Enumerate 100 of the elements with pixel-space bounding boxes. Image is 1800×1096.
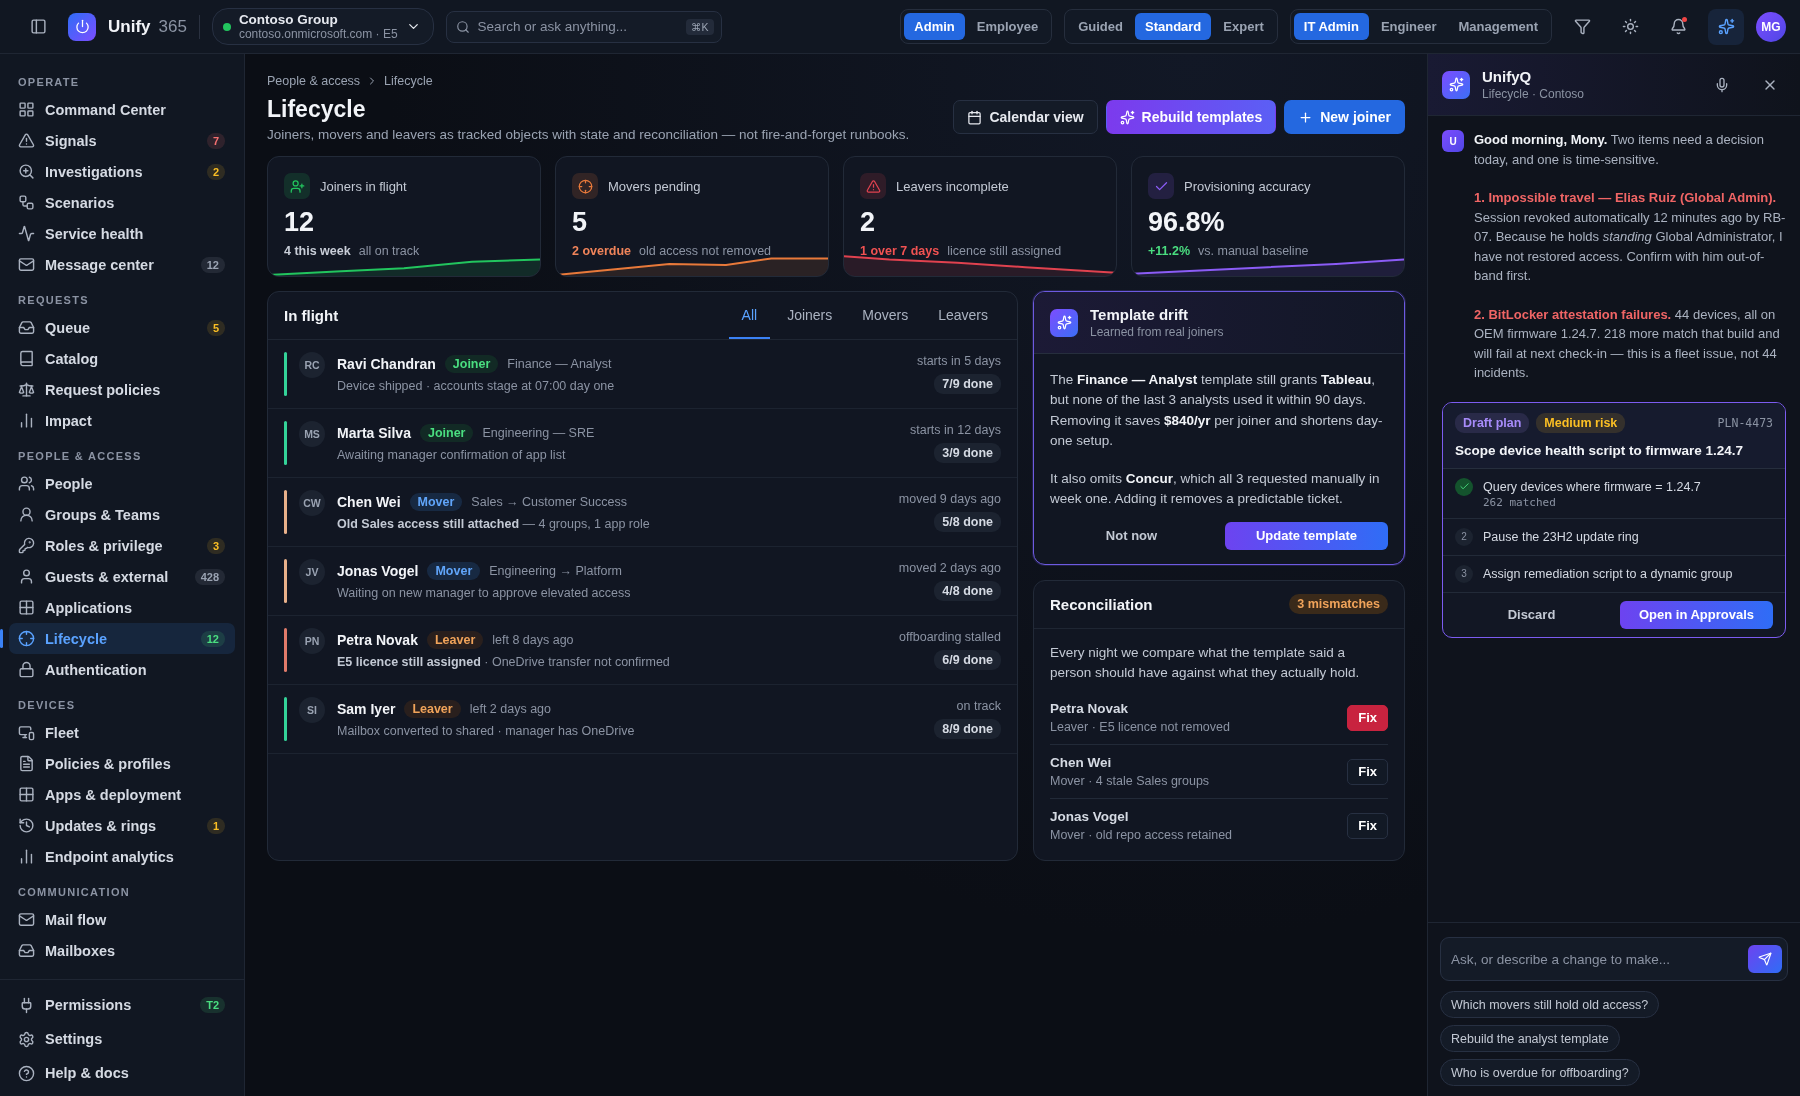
nav-item[interactable]: Updates & rings 1 xyxy=(9,810,235,841)
nav-icon xyxy=(18,661,35,678)
mode-toggle[interactable]: Admin xyxy=(904,13,965,40)
sun-icon xyxy=(1621,18,1639,35)
mode-toggle[interactable]: Management xyxy=(1448,13,1548,40)
person-name: Petra Novak xyxy=(337,632,418,648)
not-now-button[interactable]: Not now xyxy=(1050,521,1213,550)
lifecycle-row[interactable]: MS Marta Silva Joiner Engineering — SRE Awaiting manager confirmation of app list starts in 12 days 3/9 done xyxy=(268,409,1017,478)
mismatch-detail: Leaver · E5 licence not removed xyxy=(1050,720,1230,734)
send-button[interactable] xyxy=(1748,945,1782,973)
filter-tab[interactable]: Joiners xyxy=(774,292,846,339)
fix-button[interactable]: Fix xyxy=(1347,704,1388,731)
nav-item[interactable]: Permissions T2 xyxy=(9,988,235,1022)
nav-item[interactable]: Groups & Teams xyxy=(9,499,235,530)
panel-title: In flight xyxy=(284,307,339,324)
nav-item[interactable]: Catalog xyxy=(9,343,235,374)
mode-toggle[interactable]: Expert xyxy=(1213,13,1274,40)
breadcrumb-link[interactable]: People & access xyxy=(267,74,361,88)
suggestion-chip[interactable]: Rebuild the analyst template xyxy=(1440,1025,1620,1052)
count-badge: 12 xyxy=(200,630,225,647)
initials-avatar: RC xyxy=(299,352,325,378)
action-button[interactable]: Rebuild templates xyxy=(1105,100,1277,134)
nav-icon xyxy=(18,412,35,429)
nav-item[interactable]: Impact xyxy=(9,405,235,436)
assistant-button[interactable] xyxy=(1708,8,1744,45)
initials-avatar: PN xyxy=(299,628,325,654)
nav-item[interactable]: Scenarios xyxy=(9,187,235,218)
nav-item[interactable]: People xyxy=(9,468,235,499)
progress-pill: 6/9 done xyxy=(934,650,1001,670)
chat-input-field[interactable]: Ask, or describe a change to make... xyxy=(1440,937,1788,981)
mode-toggle[interactable]: Guided xyxy=(1068,13,1133,40)
nav-label: Updates & rings xyxy=(45,817,158,834)
open-approvals-button[interactable]: Open in Approvals xyxy=(1620,600,1773,629)
breadcrumb-link[interactable]: Lifecycle xyxy=(384,74,433,88)
nav-item[interactable]: Roles & privilege 3 xyxy=(9,530,235,561)
type-tag: Joiner xyxy=(419,424,474,442)
filter-tab[interactable]: All xyxy=(728,292,771,339)
nav-label: Groups & Teams xyxy=(45,506,161,523)
bell-icon xyxy=(1669,18,1687,35)
row-detail: Awaiting manager confirmation of app list xyxy=(337,448,567,462)
user-avatar[interactable]: MG xyxy=(1756,11,1786,42)
nav-item[interactable]: Message center 12 xyxy=(9,249,235,280)
calendar-icon xyxy=(967,109,983,125)
lifecycle-row[interactable]: SI Sam Iyer Leaver left 2 days ago Mailbox converted to shared · manager has OneDrive on track 8/9 done xyxy=(268,685,1017,754)
page-description: Joiners, movers and leavers as tracked objects with state and reconciliation — not fire-and-forget runbooks. xyxy=(267,127,910,142)
fix-button[interactable]: Fix xyxy=(1347,758,1388,785)
nav-item[interactable]: Mailboxes xyxy=(9,935,235,966)
progress-pill: 8/9 done xyxy=(934,719,1001,739)
progress-pill: 5/8 done xyxy=(934,512,1001,532)
nav-item[interactable]: Apps & deployment xyxy=(9,779,235,810)
row-detail: E5 licence still assigned · OneDrive transfer not confirmed xyxy=(337,655,671,669)
nav-item[interactable]: Applications xyxy=(9,592,235,623)
message-paragraph: 1. Impossible travel — Elias Ruiz (Global Admin). Session revoked automatically 12 minutes ago by RB-07. Because he holds standing Global Administrator, I have not restored access. Confirm with him out-of-band first. xyxy=(1474,189,1786,285)
nav-item[interactable]: Mail flow xyxy=(9,904,235,935)
suggestion-chip[interactable]: Which movers still hold old access? xyxy=(1440,991,1660,1018)
row-detail: Old Sales access still attached — 4 groups, 1 app role xyxy=(337,517,651,531)
nav-item[interactable]: Queue 5 xyxy=(9,312,235,343)
filter-tab[interactable]: Movers xyxy=(849,292,922,339)
action-button[interactable]: Calendar view xyxy=(953,100,1098,134)
fix-button[interactable]: Fix xyxy=(1347,812,1388,839)
nav-icon xyxy=(18,163,35,180)
kpi-label: Joiners in flight xyxy=(320,178,407,194)
nav-item[interactable]: Signals 7 xyxy=(9,125,235,156)
mode-toggle[interactable]: Standard xyxy=(1134,13,1212,40)
discard-button[interactable]: Discard xyxy=(1455,600,1608,629)
assistant-context: Lifecycle · Contoso xyxy=(1482,87,1586,101)
nav-icon xyxy=(18,194,35,211)
nav-label: Queue xyxy=(45,319,92,336)
nav-icon xyxy=(18,381,35,398)
lifecycle-row[interactable]: JV Jonas Vogel Mover Engineering → Platform Waiting on new manager to approve elevated access moved 2 days ago 4/8 done xyxy=(268,547,1017,616)
update-template-button[interactable]: Update template xyxy=(1225,521,1388,550)
initials-avatar: CW xyxy=(299,490,325,516)
person-name: Jonas Vogel xyxy=(337,563,419,579)
mode-toggle[interactable]: IT Admin xyxy=(1293,13,1369,40)
nav-item[interactable]: Fleet xyxy=(9,717,235,748)
mode-toggle[interactable]: Employee xyxy=(966,13,1049,40)
tenant-domain: contoso.onmicrosoft.com · E5 xyxy=(238,27,398,41)
nav-item[interactable]: Command Center xyxy=(9,94,235,125)
nav-item[interactable]: Help & docs xyxy=(9,1056,235,1090)
nav-item[interactable]: Settings xyxy=(9,1022,235,1056)
lifecycle-row[interactable]: PN Petra Novak Leaver left 8 days ago E5 licence still assigned · OneDrive transfer not confirmed offboarding stalled 6/9 done xyxy=(268,616,1017,685)
lifecycle-row[interactable]: CW Chen Wei Mover Sales → Customer Success Old Sales access still attached — 4 groups, 1 app role moved 9 days ago 5/8 done xyxy=(268,478,1017,547)
nav-label: Catalog xyxy=(45,350,100,367)
sparkle-icon xyxy=(1442,70,1470,99)
filter-tab[interactable]: Leavers xyxy=(925,292,1001,339)
row-timing: starts in 12 days xyxy=(910,423,1001,437)
nav-item[interactable]: Policies & profiles xyxy=(9,748,235,779)
mode-toggle[interactable]: Engineer xyxy=(1370,13,1447,40)
nav-icon xyxy=(18,225,35,242)
nav-item[interactable]: Service health xyxy=(9,218,235,249)
nav-item[interactable]: Authentication xyxy=(9,654,235,685)
action-button[interactable]: New joiner xyxy=(1284,100,1405,134)
lifecycle-row[interactable]: RC Ravi Chandran Joiner Finance — Analyst Device shipped · accounts stage at 07:00 day one starts in 5 days 7/9 done xyxy=(268,340,1017,409)
suggestion-chip[interactable]: Who is overdue for offboarding? xyxy=(1440,1059,1640,1086)
nav-item[interactable]: Request policies xyxy=(9,374,235,405)
nav-item[interactable]: Guests & external 428 xyxy=(9,561,235,592)
nav-item[interactable]: Investigations 2 xyxy=(9,156,235,187)
nav-item[interactable]: Endpoint analytics xyxy=(9,841,235,872)
nav-label: Help & docs xyxy=(45,1065,130,1081)
tenant-switcher[interactable]: Contoso Group contoso.onmicrosoft.com · E5 xyxy=(211,8,434,45)
